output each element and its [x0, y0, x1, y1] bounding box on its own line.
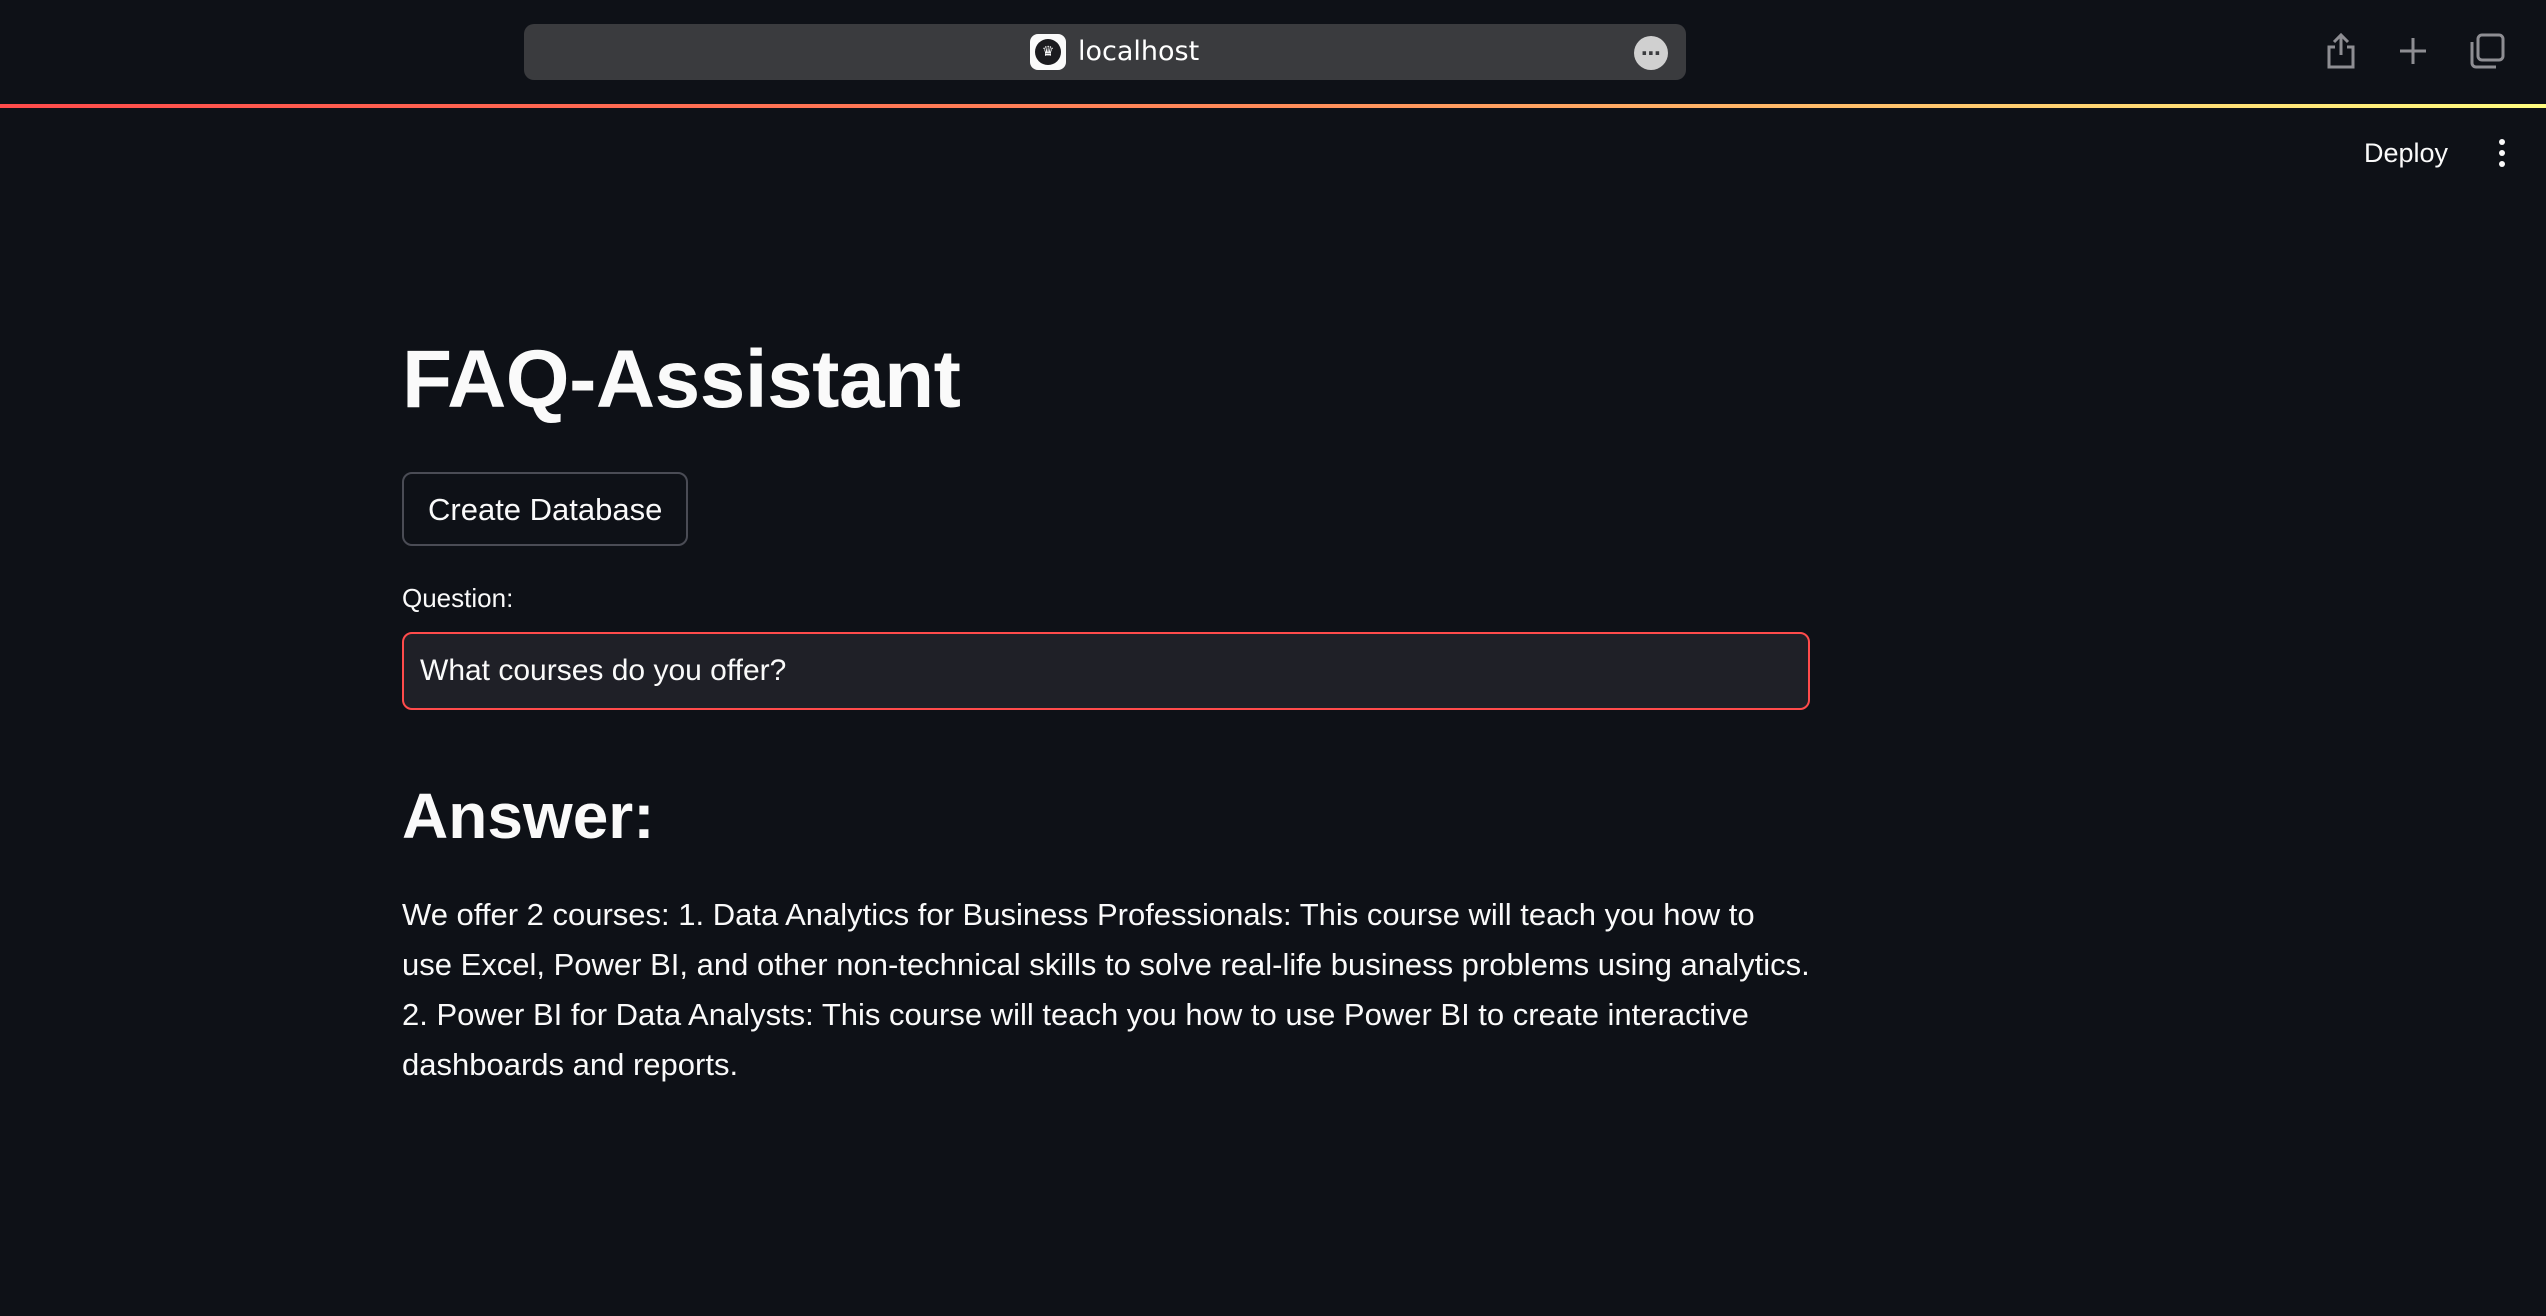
question-label: Question: [402, 583, 514, 613]
decoration-bar [0, 104, 2546, 108]
question-input-container [402, 632, 1810, 710]
more-horizontal-icon[interactable]: ⋯ [1634, 36, 1668, 70]
url-text[interactable]: localhost [1078, 36, 1199, 68]
tabs-overview-icon[interactable] [2466, 30, 2508, 72]
deploy-button[interactable]: Deploy [2350, 133, 2462, 173]
address-bar[interactable]: ♛ localhost ⋯ [524, 24, 1686, 80]
streamlit-crown-icon: ♛ [1030, 34, 1066, 70]
plus-icon[interactable] [2392, 30, 2434, 72]
question-input[interactable] [420, 634, 1780, 708]
kebab-menu-icon[interactable] [2484, 133, 2520, 173]
answer-text: We offer 2 courses: 1. Data Analytics fo… [402, 897, 1810, 1082]
answer-heading: Answer: [402, 780, 655, 852]
share-icon[interactable] [2320, 30, 2362, 72]
create-database-button[interactable]: Create Database [402, 472, 689, 546]
main-content: FAQ-Assistant Create Database Question: … [402, 330, 1810, 1090]
browser-toolbar: ♛ localhost ⋯ [0, 0, 2546, 104]
page-title: FAQ-Assistant [402, 334, 961, 425]
